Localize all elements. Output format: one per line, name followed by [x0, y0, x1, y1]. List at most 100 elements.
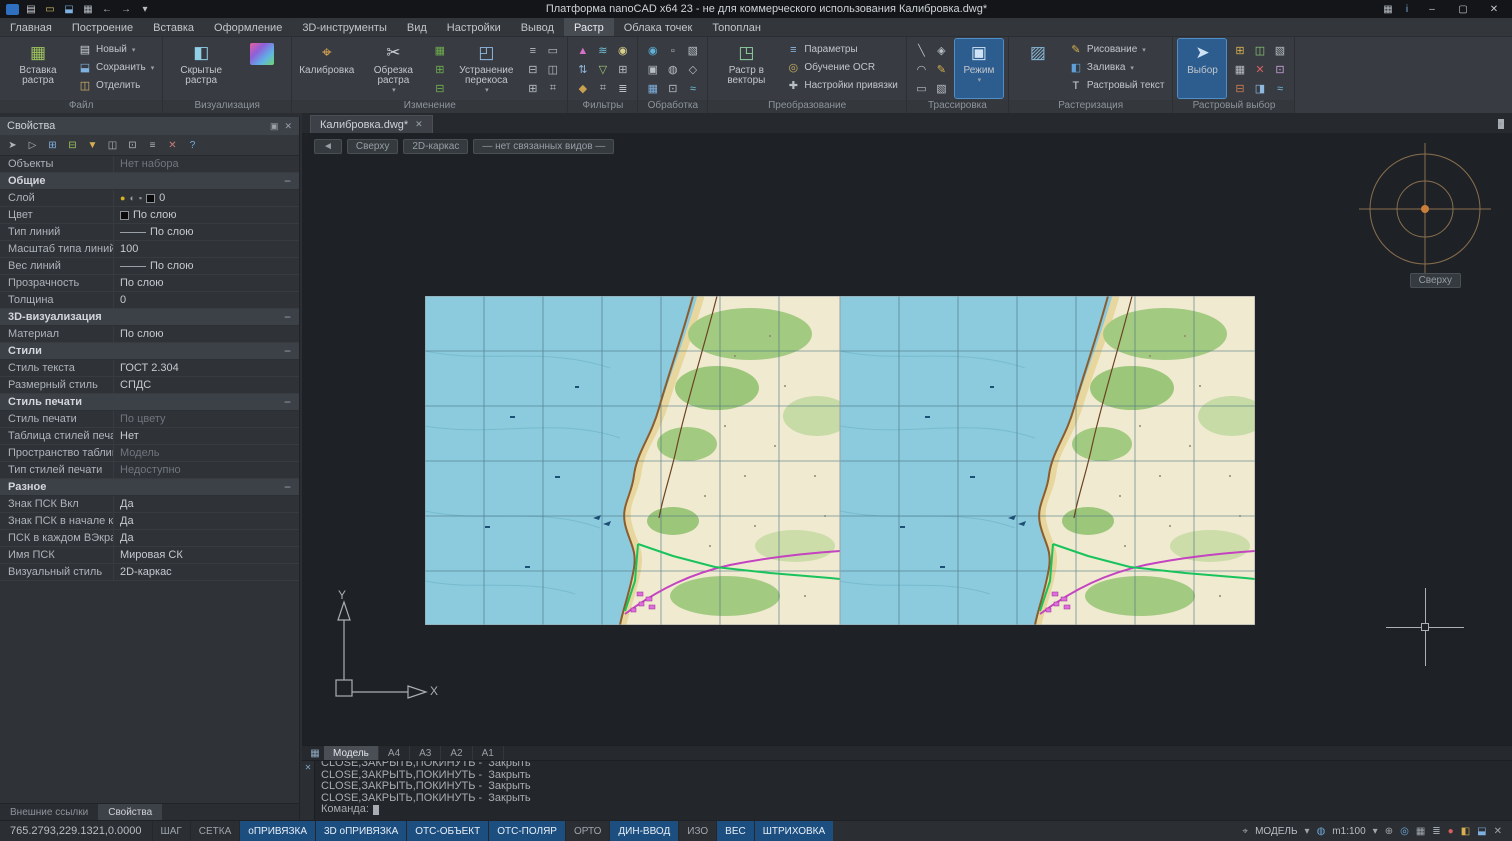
viewport-collapse-control[interactable]: ◄	[314, 139, 342, 154]
status-toggle-ИЗО[interactable]: ИЗО	[678, 821, 716, 841]
model-dropdown-icon[interactable]: ▾	[1305, 826, 1310, 837]
new-doc-icon[interactable]: ▤	[23, 2, 39, 16]
ribbon-small-icon-button[interactable]: ▦	[1230, 61, 1249, 78]
ribbon-button-trace-mode[interactable]: ▣Режим▾	[955, 39, 1003, 98]
property-value-cell[interactable]: ГОСТ 2.304	[113, 360, 299, 376]
ribbon-small-icon-button[interactable]: ◉	[613, 42, 632, 59]
status-toggle-оПРИВЯЗКА[interactable]: оПРИВЯЗКА	[239, 821, 315, 841]
document-tab-close-icon[interactable]: ✕	[415, 119, 423, 130]
compass-view-label[interactable]: Сверху	[1410, 273, 1461, 288]
menu-item-Оформление[interactable]: Оформление	[204, 18, 292, 36]
layout-tab-А1[interactable]: А1	[473, 746, 504, 760]
collapse-icon[interactable]: −	[284, 344, 291, 358]
info-icon[interactable]: i	[1399, 2, 1415, 16]
property-section-Разное[interactable]: Разное−	[0, 479, 299, 496]
ribbon-small-icon-button[interactable]: ▭	[543, 42, 562, 59]
property-row[interactable]: Стиль печатиПо цвету	[0, 411, 299, 428]
ribbon-small-icon-button[interactable]: ✕	[1250, 61, 1269, 78]
ribbon-button-new[interactable]: ▤Новый▾	[75, 41, 157, 58]
ribbon-button-ocr-training[interactable]: ◎Обучение OCR	[783, 59, 901, 76]
ribbon-button-hidden-rasters[interactable]: ◧Скрытые растра	[168, 39, 234, 98]
property-value-cell[interactable]: По цвету	[113, 411, 299, 427]
ribbon-small-icon-button[interactable]: ⌗	[543, 80, 562, 97]
ribbon-button-parameters[interactable]: ≡Параметры	[783, 41, 901, 58]
list-icon[interactable]: ≣	[1432, 826, 1440, 837]
status-toggle-ШТРИХОВКА[interactable]: ШТРИХОВКА	[754, 821, 833, 841]
property-row[interactable]: ОбъектыНет набора	[0, 156, 299, 173]
ribbon-small-icon-button[interactable]: ⊞	[430, 61, 449, 78]
property-value-cell[interactable]: Да	[113, 513, 299, 529]
menu-item-Растр[interactable]: Растр	[564, 18, 614, 36]
status-toggle-ОТС-ПОЛЯР[interactable]: ОТС-ПОЛЯР	[488, 821, 565, 841]
settings-icon[interactable]: ≡	[144, 137, 161, 153]
property-row[interactable]: Пространство таблицы ...Модель	[0, 445, 299, 462]
property-row[interactable]: МатериалПо слою	[0, 326, 299, 343]
property-value-cell[interactable]: Мировая СК	[113, 547, 299, 563]
ribbon-small-icon-button[interactable]: ▣	[643, 61, 662, 78]
property-value-cell[interactable]: По слою	[113, 275, 299, 291]
ribbon-small-icon-button[interactable]: ◫	[1250, 42, 1269, 59]
help-icon[interactable]: ?	[184, 137, 201, 153]
view-direction-control[interactable]: Сверху	[347, 139, 398, 154]
menu-item-Вставка[interactable]: Вставка	[143, 18, 204, 36]
property-section-Стили[interactable]: Стили−	[0, 343, 299, 360]
property-row[interactable]: Слой●◐▪0	[0, 190, 299, 207]
app-logo[interactable]	[4, 2, 20, 16]
property-row[interactable]: Толщина0	[0, 292, 299, 309]
layout-tab-А3[interactable]: А3	[410, 746, 441, 760]
panel-tab-Внешние ссылки[interactable]: Внешние ссылки	[0, 804, 98, 820]
menu-item-Построение[interactable]: Построение	[62, 18, 143, 36]
ribbon-small-icon-button[interactable]: ╲	[912, 42, 931, 59]
document-tab[interactable]: Калибровка.dwg* ✕	[310, 115, 433, 133]
ribbon-button-draw[interactable]: ✎Рисование▾	[1066, 41, 1168, 58]
print-icon[interactable]: ▦	[80, 2, 96, 16]
ribbon-small-icon-button[interactable]: ▦	[643, 80, 662, 97]
command-close-icon[interactable]: ✕	[305, 763, 312, 772]
ribbon-small-icon-button[interactable]: ⊟	[1230, 80, 1249, 97]
grid-display-icon[interactable]: ▦	[1416, 826, 1425, 837]
clean-screen-icon[interactable]: ✕	[1494, 826, 1502, 837]
ribbon-small-icon-button[interactable]: ⊞	[523, 80, 542, 97]
ribbon-small-icon-button[interactable]: ≈	[683, 80, 702, 97]
menu-item-Главная[interactable]: Главная	[0, 18, 62, 36]
status-toggle-3D оПРИВЯЗКА[interactable]: 3D оПРИВЯЗКА	[315, 821, 406, 841]
filter-icon[interactable]: ▼	[84, 137, 101, 153]
status-toggle-ДИН-ВВОД[interactable]: ДИН-ВВОД	[609, 821, 678, 841]
property-row[interactable]: Таблица стилей печатиНет	[0, 428, 299, 445]
layout-list-icon[interactable]: ▦	[306, 748, 324, 759]
ribbon-button-insert-raster[interactable]: ▦Вставка растра	[5, 39, 71, 98]
raster-map-images[interactable]	[425, 296, 1255, 630]
property-value-cell[interactable]: Нет	[113, 428, 299, 444]
ribbon-small-icon-button[interactable]: ◨	[1250, 80, 1269, 97]
menu-item-Вывод[interactable]: Вывод	[511, 18, 564, 36]
property-value-cell[interactable]: Нет набора	[113, 156, 299, 172]
ribbon-button-snap-settings[interactable]: ✚Настройки привязки	[783, 77, 901, 94]
pin-icon[interactable]: ▣	[270, 121, 279, 132]
ribbon-small-icon-button[interactable]: ≈	[1270, 80, 1289, 97]
property-value-cell[interactable]: Недоступно	[113, 462, 299, 478]
clear-icon[interactable]: ✕	[164, 137, 181, 153]
property-row[interactable]: ПрозрачностьПо слою	[0, 275, 299, 292]
ribbon-small-icon-button[interactable]: ⊟	[430, 80, 449, 97]
status-toggle-ОРТО[interactable]: ОРТО	[565, 821, 609, 841]
property-value-cell[interactable]: СПДС	[113, 377, 299, 393]
status-toggle-ВЕС[interactable]: ВЕС	[716, 821, 754, 841]
ribbon-small-icon-button[interactable]: ◇	[683, 61, 702, 78]
layout-tab-Модель[interactable]: Модель	[324, 746, 379, 760]
ribbon-small-icon-button[interactable]: ⊞	[1230, 42, 1249, 59]
property-row[interactable]: Стиль текстаГОСТ 2.304	[0, 360, 299, 377]
drawing-canvas[interactable]: ◄Сверху2D-каркас— нет связанных видов —	[302, 133, 1512, 745]
ribbon-small-icon-button[interactable]: ◍	[663, 61, 682, 78]
ribbon-small-icon-button[interactable]: ◈	[932, 42, 951, 59]
table-green-icon[interactable]: ⊟	[64, 137, 81, 153]
tab-list-dropdown-icon[interactable]: ▾	[1498, 119, 1504, 129]
navigation-wheel[interactable]	[1355, 141, 1495, 286]
property-value-cell[interactable]: Да	[113, 530, 299, 546]
property-value-cell[interactable]: 0	[113, 292, 299, 308]
property-row[interactable]: Размерный стильСПДС	[0, 377, 299, 394]
property-row[interactable]: ПСК в каждом ВЭкранеДа	[0, 530, 299, 547]
ribbon-small-icon-button[interactable]: ▫	[663, 42, 682, 59]
status-toggle-ШАГ[interactable]: ШАГ	[152, 821, 190, 841]
undo-icon[interactable]: ←	[99, 2, 115, 16]
ribbon-small-icon-button[interactable]: ◠	[912, 61, 931, 78]
